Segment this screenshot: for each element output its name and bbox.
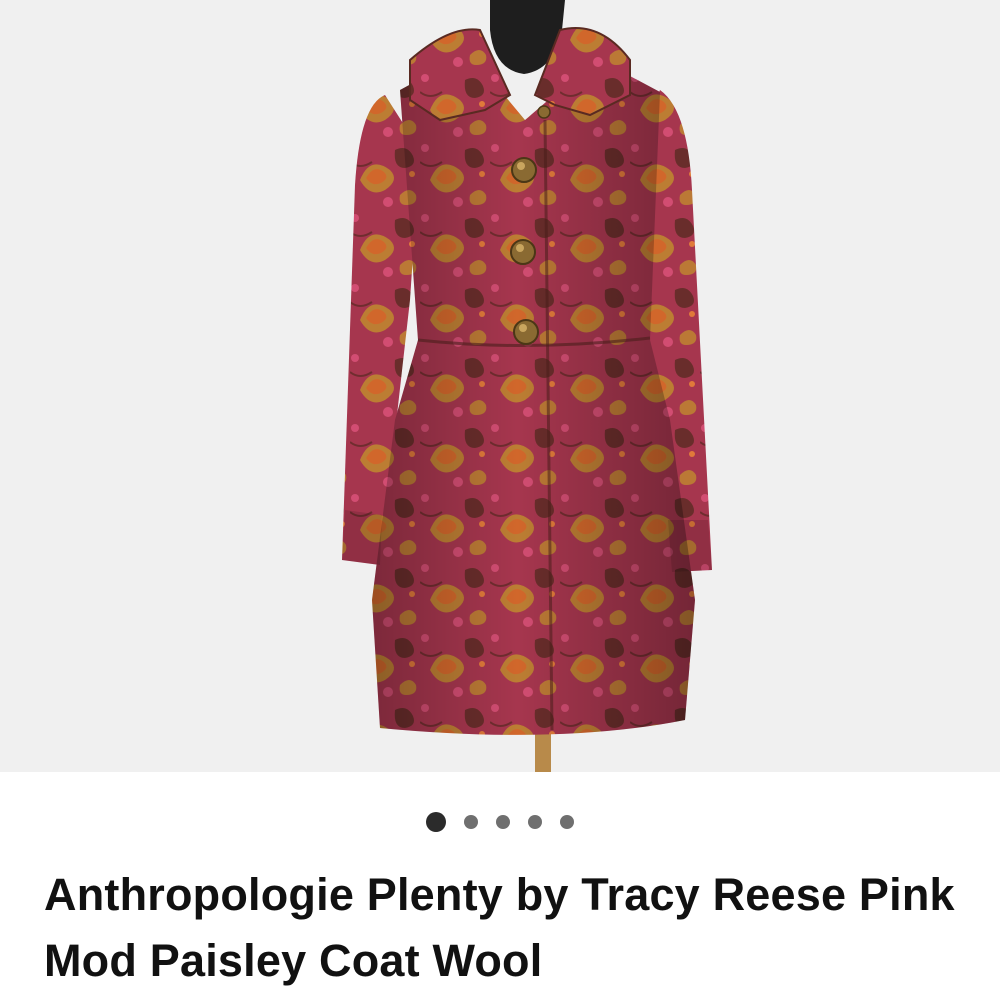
listing-title: Anthropologie Plenty by Tracy Reese Pink…	[44, 869, 955, 986]
pagination-dot-1[interactable]	[426, 812, 446, 832]
pagination-dot-4[interactable]	[528, 815, 542, 829]
pagination-dot-2[interactable]	[464, 815, 478, 829]
product-image[interactable]	[0, 0, 1000, 772]
pagination-dot-3[interactable]	[496, 815, 510, 829]
coat-photo	[0, 0, 1000, 772]
pagination-dot-5[interactable]	[560, 815, 574, 829]
image-pagination	[0, 800, 1000, 844]
